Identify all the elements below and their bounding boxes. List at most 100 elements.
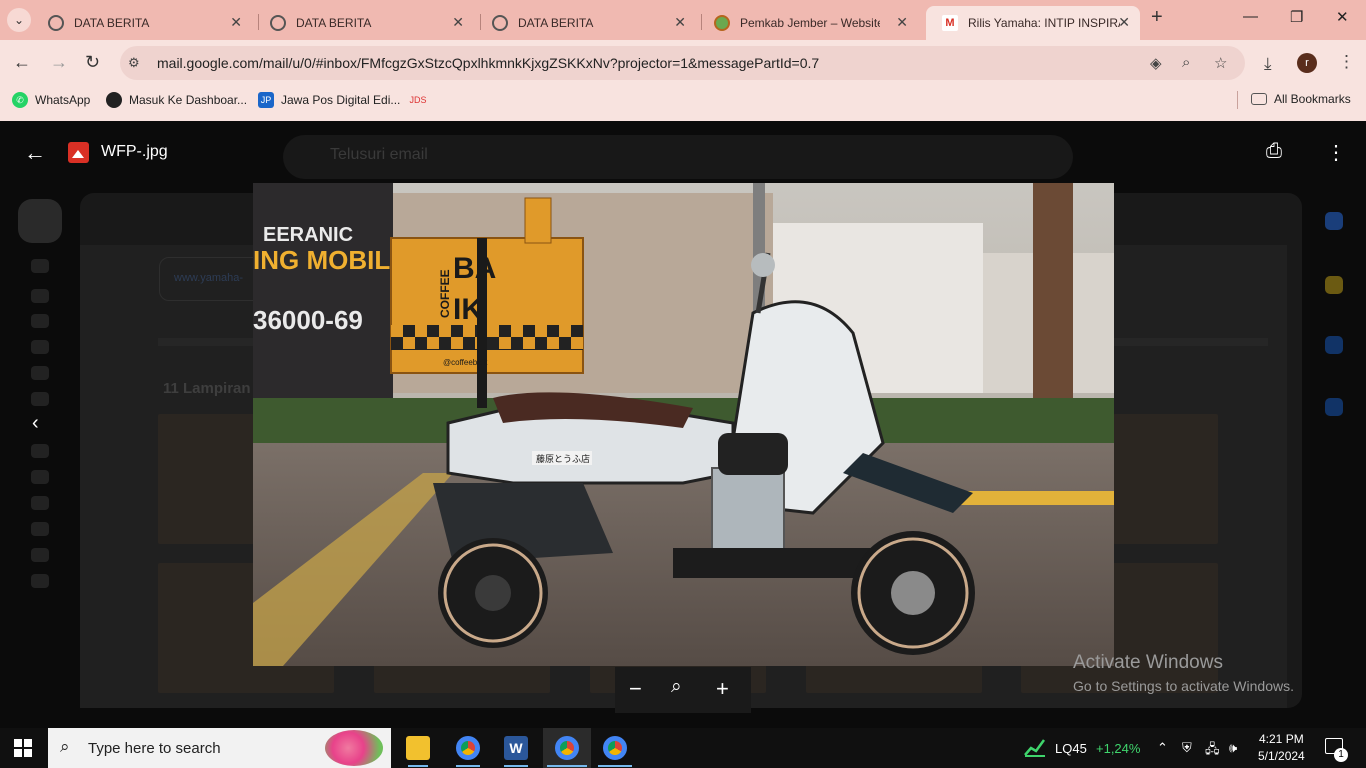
running-indicator — [456, 765, 480, 767]
site-info-icon[interactable]: ⚙ — [128, 55, 140, 71]
globe-icon — [270, 15, 286, 31]
bookmark-jds[interactable]: JDS — [409, 92, 434, 108]
tag-icon — [31, 574, 49, 588]
folder-icon — [1251, 93, 1267, 105]
file-explorer-icon[interactable] — [406, 736, 430, 760]
attachment-thumbnail — [1113, 414, 1218, 544]
tab-title: DATA BERITA — [518, 16, 594, 30]
reload-icon[interactable]: ↻ — [85, 52, 100, 73]
watermark-line2: Go to Settings to activate Windows. — [1073, 678, 1294, 694]
viewer-back-icon[interactable]: ← — [24, 140, 46, 166]
close-tab-icon[interactable]: ✕ — [1118, 14, 1130, 31]
gmail-icon: M — [942, 15, 958, 31]
download-icon[interactable]: ⤓ — [1264, 54, 1272, 74]
bookmark-star-icon[interactable]: ☆ — [1214, 54, 1227, 72]
close-tab-icon[interactable]: ✕ — [896, 14, 908, 31]
previous-image-icon[interactable]: ‹ — [32, 412, 39, 435]
tasks-app-icon — [1325, 336, 1343, 354]
new-tab-button[interactable]: + — [1151, 6, 1163, 29]
jds-icon: JDS — [409, 95, 427, 105]
attachment-image: EERANIC ING MOBIL 36000-69 BA IK COFFEE … — [253, 183, 1114, 666]
dashboard-site-icon — [106, 92, 122, 108]
bookmark-dashboard[interactable]: Masuk Ke Dashboar... — [106, 92, 247, 108]
zoom-out-icon[interactable]: − — [629, 676, 642, 702]
pemkab-logo-icon — [714, 15, 730, 31]
running-indicator — [504, 765, 528, 767]
extension-icon[interactable]: ◈ — [1150, 54, 1162, 72]
windows-start-icon[interactable] — [14, 739, 32, 757]
gmail-search-placeholder: Telusuri email — [330, 146, 428, 163]
chrome-profile-2-icon[interactable] — [603, 736, 627, 760]
stock-name[interactable]: LQ45 — [1055, 741, 1087, 756]
url-text[interactable]: mail.google.com/mail/u/0/#inbox/FMfcgzGx… — [157, 55, 819, 71]
running-indicator — [598, 765, 632, 767]
more-options-icon[interactable]: ⋮ — [1326, 140, 1346, 165]
inbox-icon — [31, 259, 49, 273]
tab-data-berita-2[interactable]: DATA BERITA ✕ — [254, 6, 476, 40]
compose-button — [18, 199, 62, 243]
tab-search-button[interactable]: ⌄ — [7, 8, 31, 32]
zoom-icon[interactable]: ⌕ — [1182, 54, 1190, 71]
globe-icon — [48, 15, 64, 31]
volume-icon[interactable]: 🕪 — [1229, 740, 1237, 756]
restore-icon[interactable]: ❐ — [1290, 8, 1303, 26]
globe-icon — [492, 15, 508, 31]
bookmark-whatsapp[interactable]: ✆ WhatsApp — [12, 92, 90, 108]
profile-avatar[interactable]: r — [1297, 53, 1317, 73]
keep-app-icon — [1325, 276, 1343, 294]
clock-date: 5/1/2024 — [1258, 749, 1305, 763]
tab-pemkab-jember[interactable]: Pemkab Jember – Website R ✕ — [698, 6, 920, 40]
photo-box-text-2: IK — [453, 293, 483, 326]
photo-sticker: 藤原とうふ店 — [536, 453, 590, 465]
browser-menu-icon[interactable]: ⋮ — [1338, 52, 1355, 72]
minimize-icon[interactable]: — — [1243, 8, 1258, 25]
scooter-photo: EERANIC ING MOBIL 36000-69 BA IK COFFEE … — [253, 183, 1114, 666]
tab-title: DATA BERITA — [296, 16, 372, 30]
send-icon — [31, 366, 49, 380]
photo-box-handle: @coffeebaik — [443, 358, 488, 367]
viewer-filename: WFP-.jpg — [101, 143, 168, 160]
security-icon[interactable]: ⛨ — [1182, 740, 1192, 756]
back-arrow-icon[interactable]: ← — [13, 52, 31, 73]
tab-rilis-yamaha[interactable]: M Rilis Yamaha: INTIP INSPIRAS ✕ — [926, 6, 1140, 40]
taskbar-clock[interactable]: 4:21 PM 5/1/2024 — [1258, 731, 1305, 765]
clock-time: 4:21 PM — [1259, 732, 1304, 746]
running-indicator — [408, 765, 428, 767]
tag-icon — [31, 470, 49, 484]
photo-box-vertical: COFFEE — [438, 269, 452, 318]
running-indicator — [547, 765, 587, 767]
people-icon — [31, 496, 49, 510]
all-bookmarks-label: All Bookmarks — [1274, 92, 1351, 106]
notification-count: 1 — [1334, 748, 1348, 762]
stock-change[interactable]: +1,24% — [1096, 741, 1140, 756]
chrome-profile-icon[interactable] — [555, 736, 579, 760]
word-icon[interactable]: W — [504, 736, 528, 760]
calendar-app-icon — [1325, 212, 1343, 230]
search-icon: ⌕ — [60, 737, 70, 756]
bookmark-jawapos[interactable]: JP Jawa Pos Digital Edi... — [258, 92, 400, 108]
image-file-icon — [68, 142, 89, 163]
bookmark-label: Masuk Ke Dashboar... — [129, 93, 248, 107]
clock-icon — [31, 314, 49, 328]
stock-chart-icon[interactable] — [1024, 737, 1046, 757]
chrome-icon[interactable] — [456, 736, 480, 760]
tab-data-berita-3[interactable]: DATA BERITA ✕ — [476, 6, 698, 40]
chevron-up-icon[interactable]: ⌃ — [1157, 740, 1168, 756]
whatsapp-icon: ✆ — [12, 92, 28, 108]
network-icon[interactable]: 🖧 — [1205, 740, 1220, 762]
forward-arrow-icon[interactable]: → — [50, 52, 68, 73]
close-tab-icon[interactable]: ✕ — [230, 14, 242, 31]
close-tab-icon[interactable]: ✕ — [674, 14, 686, 31]
tab-data-berita-1[interactable]: DATA BERITA ✕ — [32, 6, 254, 40]
close-window-icon[interactable]: ✕ — [1336, 8, 1349, 26]
all-bookmarks-button[interactable]: All Bookmarks — [1251, 92, 1351, 106]
taskbar-search-placeholder: Type here to search — [88, 740, 221, 757]
reset-zoom-icon[interactable]: ⌕ — [671, 676, 682, 698]
zoom-in-icon[interactable]: + — [716, 676, 729, 702]
close-tab-icon[interactable]: ✕ — [452, 14, 464, 31]
tab-title: Rilis Yamaha: INTIP INSPIRAS — [968, 16, 1120, 30]
print-icon[interactable]: ⎙ — [1266, 140, 1282, 163]
forum-icon — [31, 548, 49, 562]
photo-sign-phone: 36000-69 — [253, 305, 363, 335]
bookmarks-separator — [1237, 91, 1238, 109]
